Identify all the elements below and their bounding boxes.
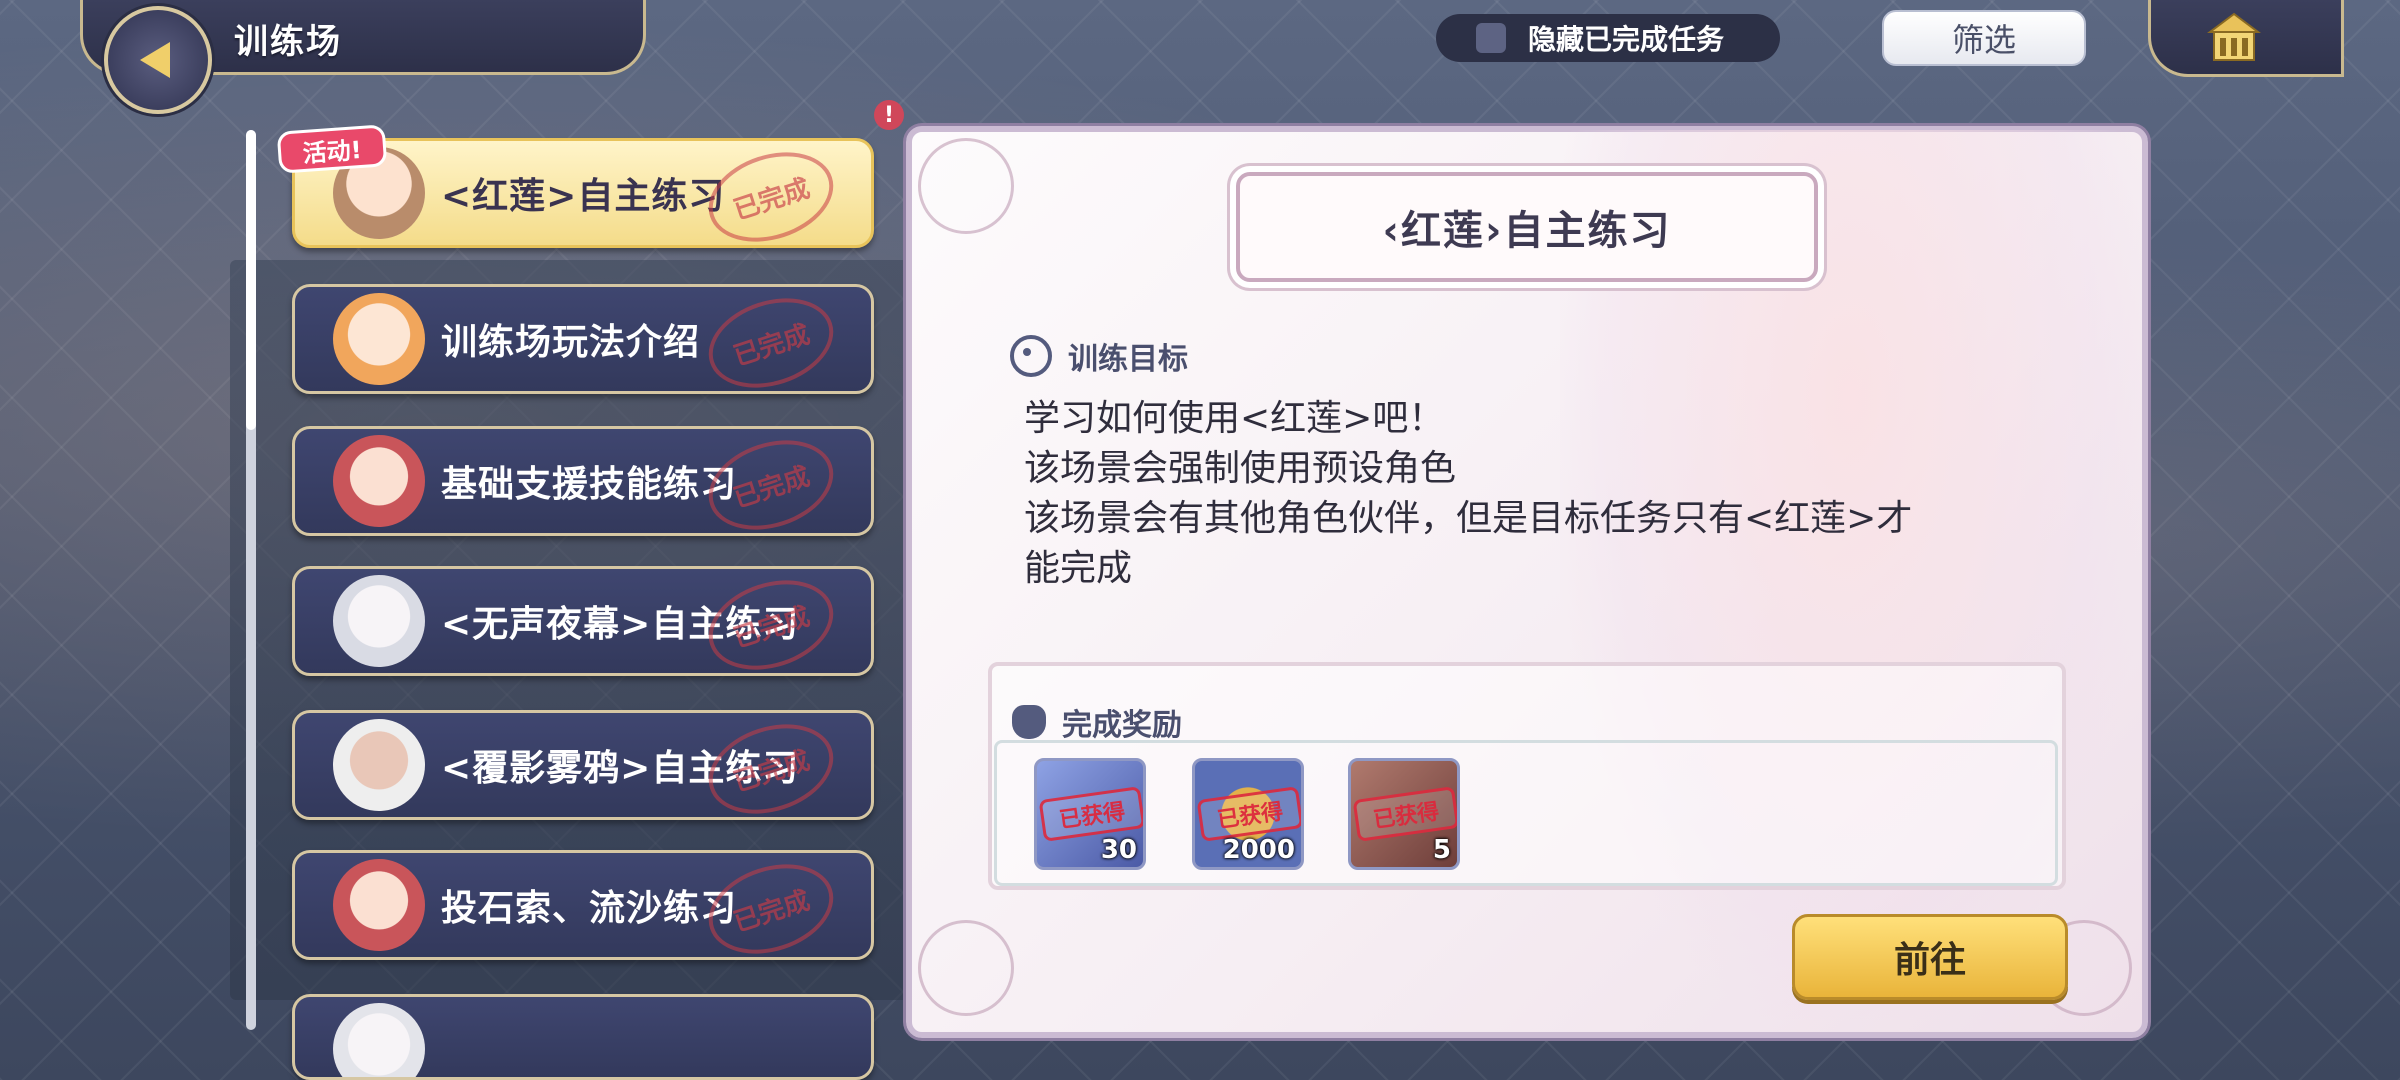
- task-item-sling-quicksand[interactable]: 投石索、流沙练习 已完成: [292, 850, 874, 960]
- objective-heading-label: 训练目标: [1068, 342, 1188, 377]
- target-icon: [1010, 335, 1052, 377]
- task-label: 基础支援技能练习: [441, 464, 738, 505]
- character-avatar: [333, 293, 425, 385]
- character-avatar: [333, 435, 425, 527]
- character-avatar: [333, 1003, 425, 1077]
- obtained-stamp: 已获得: [1196, 786, 1301, 842]
- event-badge: 活动!: [276, 124, 388, 174]
- task-label: 投石索、流沙练习: [441, 888, 738, 929]
- task-item-silent-night-practice[interactable]: <无声夜幕>自主练习 已完成: [292, 566, 874, 676]
- task-label: 训练场玩法介绍: [441, 322, 701, 363]
- hide-completed-toggle[interactable]: 隐藏已完成任务: [1436, 14, 1780, 62]
- reward-heading: 完成奖励: [1012, 700, 1182, 744]
- completed-stamp: 已完成: [697, 287, 845, 391]
- character-avatar: [333, 859, 425, 951]
- filter-button[interactable]: 筛选: [1882, 10, 2086, 66]
- character-avatar: [333, 575, 425, 667]
- objective-description: 学习如何使用<红莲>吧！ 该场景会强制使用预设角色 该场景会有其他角色伙伴，但是…: [1024, 394, 2024, 594]
- completed-stamp: 已完成: [697, 713, 845, 817]
- completed-stamp: 已完成: [697, 141, 845, 245]
- completed-stamp: 已完成: [697, 569, 845, 673]
- reward-qty: 30: [1100, 835, 1137, 865]
- task-item-partial[interactable]: [292, 994, 874, 1080]
- objective-heading: 训练目标: [1010, 334, 1188, 378]
- completed-stamp: 已完成: [697, 429, 845, 533]
- reward-qty: 2000: [1222, 835, 1295, 865]
- back-button[interactable]: [104, 6, 212, 114]
- task-item-support-skill[interactable]: 基础支援技能练习 已完成: [292, 426, 874, 536]
- list-scroll-thumb[interactable]: [246, 130, 256, 430]
- reward-item[interactable]: 已获得 2000: [1192, 758, 1304, 870]
- reward-heading-label: 完成奖励: [1062, 708, 1182, 743]
- detail-title: ‹红莲›自主练习: [1236, 172, 1818, 282]
- bag-icon: [1012, 705, 1046, 739]
- reward-list: [994, 740, 2058, 886]
- top-bar: 训练场 隐藏已完成任务 筛选: [0, 0, 2400, 114]
- hide-completed-label: 隐藏已完成任务: [1528, 23, 1725, 56]
- home-icon[interactable]: [2206, 12, 2262, 62]
- obtained-stamp: 已获得: [1352, 786, 1457, 842]
- obtained-stamp: 已获得: [1038, 786, 1143, 842]
- completed-stamp: 已完成: [697, 853, 845, 957]
- task-label: <红莲>自主练习: [441, 176, 726, 217]
- alert-icon: !: [874, 100, 904, 130]
- description-line: 能完成: [1024, 548, 1133, 589]
- description-line: 该场景会有其他角色伙伴，但是目标任务只有<红莲>才: [1024, 498, 1913, 539]
- reward-qty: 5: [1432, 835, 1451, 865]
- description-line: 该场景会强制使用预设角色: [1024, 448, 1457, 489]
- hide-completed-checkbox[interactable]: [1476, 23, 1506, 53]
- corner-ornament: [918, 138, 1014, 234]
- description-line: 学习如何使用<红莲>吧！: [1024, 398, 1445, 439]
- task-item-training-intro[interactable]: 训练场玩法介绍 已完成: [292, 284, 874, 394]
- task-item-shadow-crow-practice[interactable]: <覆影雾鸦>自主练习 已完成: [292, 710, 874, 820]
- reward-item[interactable]: 已获得 30: [1034, 758, 1146, 870]
- page-title: 训练场: [234, 22, 342, 62]
- back-arrow-icon: [140, 42, 170, 78]
- character-avatar: [333, 719, 425, 811]
- reward-item[interactable]: 已获得 5: [1348, 758, 1460, 870]
- go-button[interactable]: 前往: [1792, 914, 2068, 1000]
- corner-ornament: [918, 920, 1014, 1016]
